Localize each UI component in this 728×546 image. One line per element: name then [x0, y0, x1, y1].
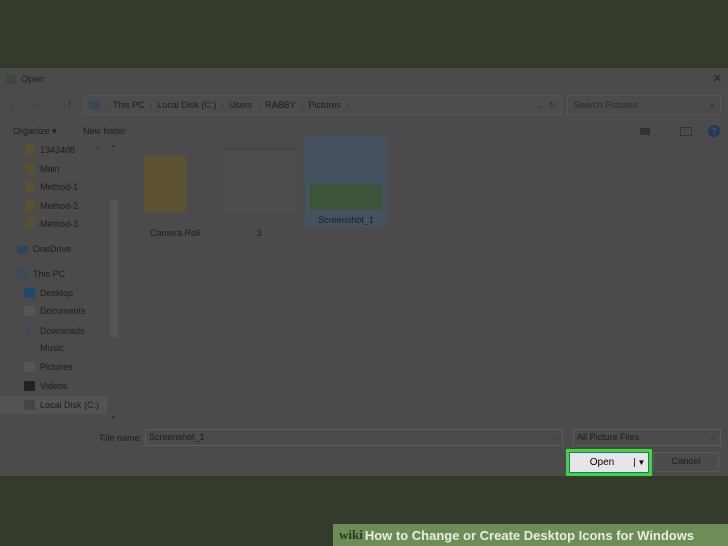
- breadcrumb-pictures[interactable]: Pictures: [308, 100, 341, 110]
- wikihow-logo: wiki: [339, 527, 363, 542]
- sidebar-item-documents[interactable]: Documents: [24, 306, 86, 316]
- navigation-pane: 1343408 ✎ Main Method-1 Method-2 Method-3…: [0, 144, 120, 420]
- file-item-camera-roll[interactable]: Camera Roll: [134, 148, 216, 238]
- up-button[interactable]: ↑: [67, 98, 73, 110]
- label: Pictures: [40, 362, 73, 372]
- label: Method-1: [40, 181, 79, 192]
- breadcrumb-local-disk[interactable]: Local Disk (C:): [157, 100, 216, 110]
- close-button[interactable]: ✕: [713, 72, 722, 85]
- view-options-icon[interactable]: [640, 127, 650, 135]
- breadcrumb-this-pc[interactable]: This PC: [113, 100, 145, 110]
- file-name-label: File name:: [100, 433, 143, 443]
- breadcrumb-users[interactable]: Users: [229, 100, 253, 110]
- search-icon: ⌕: [709, 99, 715, 110]
- documents-icon: [24, 306, 35, 316]
- folder-icon: [26, 181, 35, 192]
- desktop-icon: [24, 288, 35, 298]
- open-button-highlight: Open ▼: [566, 449, 652, 476]
- sidebar-item-pictures[interactable]: Pictures: [24, 362, 73, 372]
- cancel-button[interactable]: Cancel: [653, 452, 719, 472]
- file-item-3[interactable]: 3: [218, 148, 300, 238]
- cloud-icon: [17, 245, 28, 253]
- label: Downloads: [40, 325, 85, 336]
- image-thumbnail: [224, 148, 296, 211]
- sidebar-item-method-2[interactable]: Method-2: [26, 200, 78, 211]
- label: Main: [40, 163, 60, 174]
- sidebar-item-music[interactable]: ♪ Music: [24, 343, 64, 353]
- title-bar: Open ✕: [0, 68, 728, 90]
- image-thumbnail: [310, 184, 382, 210]
- address-bar[interactable]: › This PC › Local Disk (C:) › Users › RABBY …: [84, 95, 562, 115]
- file-type-value: All Picture Files: [577, 432, 640, 442]
- label: This PC: [33, 269, 66, 279]
- sidebar-item-this-pc[interactable]: This PC: [17, 269, 65, 279]
- label: 1343408: [40, 144, 76, 155]
- dialog-title: Open: [21, 73, 45, 85]
- sidebar-item-desktop[interactable]: Desktop: [24, 288, 73, 298]
- open-dropdown-arrow[interactable]: ▼: [634, 458, 648, 467]
- label: Method-2: [40, 200, 79, 211]
- file-name: Camera Roll: [149, 228, 200, 238]
- file-name-input[interactable]: Screenshot_1 ⌄: [145, 429, 563, 446]
- recent-locations-button[interactable]: ⌄: [52, 98, 59, 107]
- folder-icon: [26, 200, 35, 211]
- pictures-icon: [24, 362, 35, 372]
- new-folder-button[interactable]: New folder: [83, 126, 126, 136]
- open-dialog: Open ✕ ← → ⌄ ↑ › This PC › Local Disk (C:)…: [0, 68, 728, 476]
- sidebar-item-local-disk[interactable]: Local Disk (C:): [0, 396, 107, 414]
- folder-icon: [144, 156, 186, 212]
- label: Desktop: [40, 288, 74, 298]
- folder-icon: [26, 163, 35, 174]
- sidebar-item-main[interactable]: Main: [26, 163, 60, 174]
- open-button[interactable]: Open ▼: [569, 452, 649, 473]
- label: OneDrive: [33, 244, 72, 254]
- videos-icon: [24, 381, 35, 391]
- file-name: Screenshot_1: [318, 215, 374, 225]
- chevron-down-icon: ⌄: [709, 433, 716, 442]
- sidebar-item-onedrive[interactable]: OneDrive: [17, 244, 71, 254]
- computer-icon: [17, 269, 28, 279]
- sidebar-item-videos[interactable]: Videos: [24, 381, 67, 391]
- address-dropdown[interactable]: ⌄: [537, 101, 544, 110]
- breadcrumb-rabby[interactable]: RABBY: [265, 100, 296, 110]
- search-input[interactable]: Search Pictures ⌕: [567, 95, 721, 115]
- file-name: 3: [256, 228, 262, 238]
- wikihow-banner: wiki How to Change or Create Desktop Ico…: [333, 524, 728, 546]
- forward-button[interactable]: →: [30, 98, 41, 110]
- help-button[interactable]: ?: [708, 125, 720, 137]
- drive-icon: [24, 400, 35, 410]
- drive-icon: [89, 101, 100, 109]
- label: Documents: [40, 306, 86, 316]
- folder-icon: [26, 144, 35, 155]
- label: Local Disk (C:): [40, 400, 100, 410]
- file-name-value: Screenshot_1: [149, 432, 205, 442]
- folder-icon: [26, 218, 35, 229]
- refresh-icon[interactable]: ↻: [548, 100, 556, 111]
- open-label: Open: [589, 457, 615, 468]
- download-icon: ⬇: [24, 325, 32, 335]
- app-icon: [6, 74, 16, 84]
- search-placeholder: Search Pictures: [574, 100, 638, 110]
- back-button[interactable]: ←: [8, 98, 19, 110]
- sidebar-item-method-1[interactable]: Method-1: [26, 181, 78, 192]
- preview-pane-icon[interactable]: [680, 126, 692, 136]
- sidebar-item-method-3[interactable]: Method-3: [26, 218, 78, 229]
- scroll-up-icon[interactable]: ⌃: [110, 144, 117, 153]
- label: Music: [40, 343, 64, 353]
- file-type-select[interactable]: All Picture Files ⌄: [573, 429, 721, 446]
- scroll-thumb[interactable]: [110, 200, 118, 338]
- chevron-down-icon[interactable]: ⌄: [551, 430, 558, 445]
- file-item-screenshot-1[interactable]: Screenshot_1: [305, 136, 387, 227]
- organize-button[interactable]: Organize ▾: [13, 126, 57, 137]
- sidebar-item-1343408[interactable]: 1343408 ✎: [26, 144, 102, 155]
- label: Videos: [40, 381, 68, 391]
- label: Method-3: [40, 218, 79, 229]
- pin-icon: ✎: [94, 144, 102, 154]
- sidebar-item-downloads[interactable]: ⬇ Downloads: [24, 325, 85, 336]
- article-title: How to Change or Create Desktop Icons fo…: [364, 527, 695, 543]
- sidebar-scrollbar[interactable]: ⌃ ⌄: [108, 144, 120, 420]
- scroll-down-icon[interactable]: ⌄: [110, 411, 117, 420]
- music-icon: ♪: [24, 343, 29, 353]
